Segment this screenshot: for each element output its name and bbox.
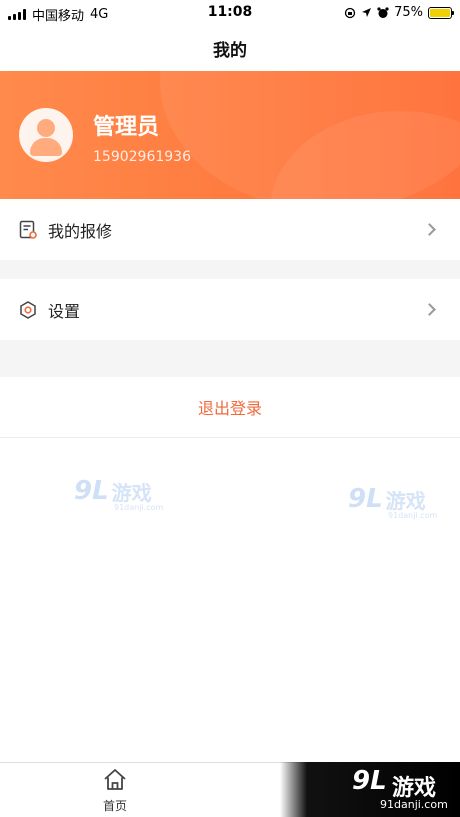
user-name: 管理员 xyxy=(93,115,160,140)
settings-icon xyxy=(20,300,36,319)
watermark-logo: 9L 游戏 91danji.com xyxy=(348,484,438,520)
location-icon xyxy=(362,8,372,17)
home-icon xyxy=(104,769,126,790)
menu-label-settings: 设置 xyxy=(48,301,81,321)
logout-button[interactable]: 退出登录 xyxy=(0,377,460,438)
status-bar: 中国移动 4G 11:08 75% xyxy=(0,0,460,26)
section-divider xyxy=(0,340,460,377)
watermark-logo: 9L 游戏 91danji.com xyxy=(74,476,164,512)
profile-card: 管理员 15902961936 xyxy=(0,71,460,199)
battery-percent: 75% xyxy=(394,5,423,20)
orientation-lock-icon xyxy=(344,7,356,18)
battery-icon xyxy=(428,6,454,19)
section-divider xyxy=(0,260,460,279)
user-phone: 15902961936 xyxy=(93,149,191,165)
nav-bar: 我的 xyxy=(0,26,460,71)
tab-home[interactable]: 首页 xyxy=(91,767,139,815)
alarm-icon xyxy=(377,6,389,18)
tab-home-label: 首页 xyxy=(102,799,127,813)
menu-item-my-repairs[interactable]: 我的报修 xyxy=(0,199,460,260)
avatar[interactable] xyxy=(19,108,73,162)
logout-label: 退出登录 xyxy=(197,399,262,418)
user-icon xyxy=(37,119,55,137)
corner-watermark: 9L 游戏 91danji.com xyxy=(280,762,460,817)
status-right: 75% xyxy=(344,5,454,20)
page-title: 我的 xyxy=(213,41,247,61)
repair-document-icon xyxy=(19,220,37,239)
menu-label-my-repairs: 我的报修 xyxy=(48,221,113,241)
chevron-right-icon xyxy=(423,303,436,316)
chevron-right-icon xyxy=(423,223,436,236)
menu-item-settings[interactable]: 设置 xyxy=(0,279,460,340)
